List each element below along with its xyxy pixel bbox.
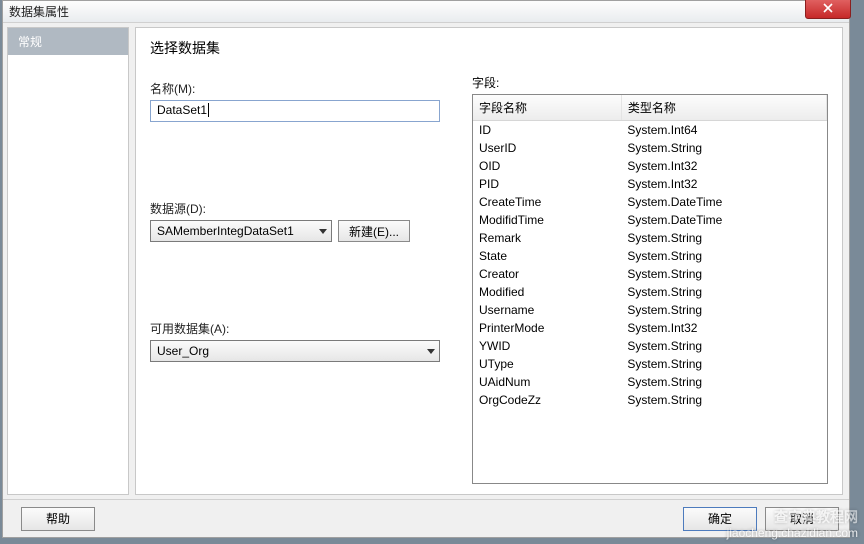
right-column: 字段: 字段名称 类型名称 IDSystem.Int64UserIDSystem… [472, 38, 828, 484]
table-row[interactable]: PIDSystem.Int32 [473, 175, 827, 193]
table-row[interactable]: UsernameSystem.String [473, 301, 827, 319]
chevron-down-icon [427, 349, 435, 354]
cancel-button[interactable]: 取消 [765, 507, 839, 531]
available-label: 可用数据集(A): [150, 320, 440, 337]
dialog-window: 数据集属性 常规 选择数据集 名称(M): DataSet1 数据源(D): [2, 0, 850, 538]
footer: 帮助 确定 取消 [3, 499, 849, 537]
table-row[interactable]: OIDSystem.Int32 [473, 157, 827, 175]
datasource-value: SAMemberIntegDataSet1 [157, 224, 294, 238]
column-header-name[interactable]: 字段名称 [473, 95, 621, 121]
table-row[interactable]: UTypeSystem.String [473, 355, 827, 373]
sidebar-item-label: 常规 [18, 35, 42, 49]
section-heading: 选择数据集 [150, 38, 440, 58]
datasource-label: 数据源(D): [150, 200, 440, 217]
name-input-value: DataSet1 [157, 103, 209, 117]
table-row[interactable]: RemarkSystem.String [473, 229, 827, 247]
new-button[interactable]: 新建(E)... [338, 220, 410, 242]
table-row[interactable]: StateSystem.String [473, 247, 827, 265]
table-row[interactable]: CreateTimeSystem.DateTime [473, 193, 827, 211]
sidebar: 常规 [7, 27, 129, 495]
table-row[interactable]: YWIDSystem.String [473, 337, 827, 355]
table-row[interactable]: ModifidTimeSystem.DateTime [473, 211, 827, 229]
name-label: 名称(M): [150, 80, 440, 97]
table-row[interactable]: IDSystem.Int64 [473, 121, 827, 140]
table-row[interactable]: UAidNumSystem.String [473, 373, 827, 391]
table-row[interactable]: UserIDSystem.String [473, 139, 827, 157]
chevron-down-icon [319, 229, 327, 234]
close-button[interactable] [805, 0, 851, 19]
close-icon [823, 2, 833, 16]
help-button[interactable]: 帮助 [21, 507, 95, 531]
column-header-type[interactable]: 类型名称 [621, 95, 826, 121]
table-row[interactable]: PrinterModeSystem.Int32 [473, 319, 827, 337]
ok-button[interactable]: 确定 [683, 507, 757, 531]
available-value: User_Org [157, 344, 209, 358]
window-title: 数据集属性 [9, 3, 69, 20]
table-row[interactable]: OrgCodeZzSystem.String [473, 391, 827, 409]
available-combo[interactable]: User_Org [150, 340, 440, 362]
table-row[interactable]: ModifiedSystem.String [473, 283, 827, 301]
main-panel: 选择数据集 名称(M): DataSet1 数据源(D): SAMemberIn… [135, 27, 843, 495]
titlebar: 数据集属性 [3, 1, 849, 23]
fields-table-container[interactable]: 字段名称 类型名称 IDSystem.Int64UserIDSystem.Str… [472, 94, 828, 484]
fields-label: 字段: [472, 74, 828, 91]
name-input[interactable]: DataSet1 [150, 100, 440, 122]
table-row[interactable]: CreatorSystem.String [473, 265, 827, 283]
left-column: 选择数据集 名称(M): DataSet1 数据源(D): SAMemberIn… [150, 38, 440, 484]
sidebar-item-general[interactable]: 常规 [8, 28, 128, 55]
content-area: 常规 选择数据集 名称(M): DataSet1 数据源(D): SAMembe… [3, 23, 849, 499]
datasource-combo[interactable]: SAMemberIntegDataSet1 [150, 220, 332, 242]
fields-table: 字段名称 类型名称 IDSystem.Int64UserIDSystem.Str… [473, 95, 827, 409]
